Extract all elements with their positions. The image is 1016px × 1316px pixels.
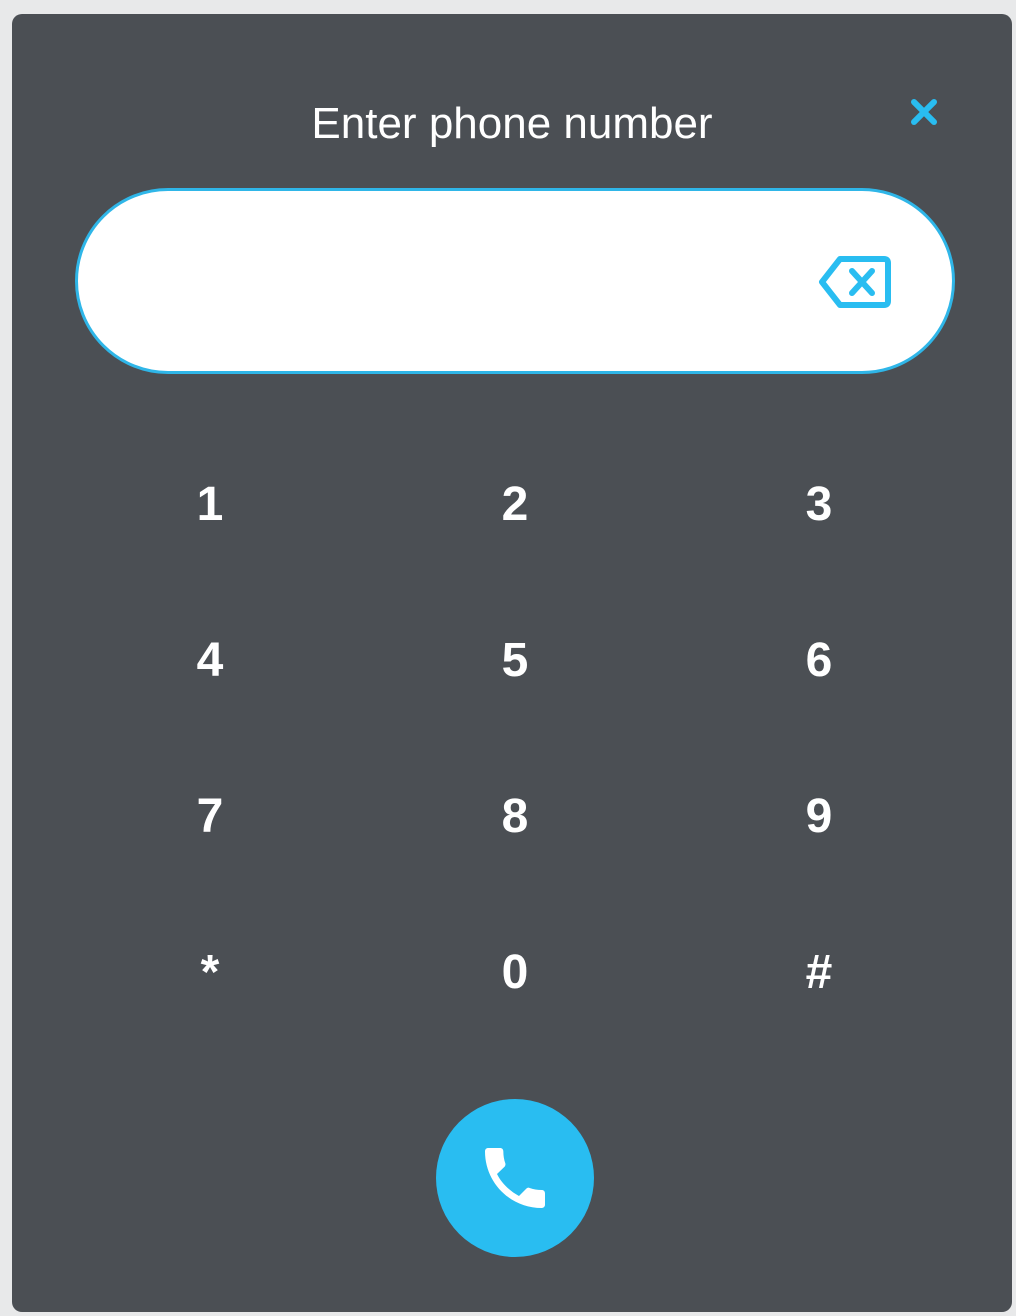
phone-number-input[interactable] bbox=[138, 231, 782, 333]
key-9[interactable]: 9 bbox=[749, 756, 889, 876]
key-6[interactable]: 6 bbox=[749, 600, 889, 720]
backspace-button[interactable] bbox=[818, 253, 892, 311]
key-5[interactable]: 5 bbox=[445, 600, 585, 720]
key-3[interactable]: 3 bbox=[749, 444, 889, 564]
dialer-dialog: Enter phone number 1 2 3 4 5 6 7 8 9 * 0… bbox=[12, 14, 1012, 1312]
key-hash[interactable]: # bbox=[749, 912, 889, 1032]
key-2[interactable]: 2 bbox=[445, 444, 585, 564]
call-button[interactable] bbox=[436, 1099, 594, 1257]
key-1[interactable]: 1 bbox=[140, 444, 280, 564]
phone-number-field bbox=[75, 188, 955, 374]
dialog-title: Enter phone number bbox=[311, 99, 713, 148]
key-star[interactable]: * bbox=[140, 912, 280, 1032]
close-icon bbox=[911, 99, 937, 125]
key-0[interactable]: 0 bbox=[445, 912, 585, 1032]
phone-icon bbox=[485, 1148, 545, 1208]
close-button[interactable] bbox=[904, 92, 944, 132]
backspace-icon bbox=[819, 256, 891, 308]
key-7[interactable]: 7 bbox=[140, 756, 280, 876]
key-8[interactable]: 8 bbox=[445, 756, 585, 876]
key-4[interactable]: 4 bbox=[140, 600, 280, 720]
